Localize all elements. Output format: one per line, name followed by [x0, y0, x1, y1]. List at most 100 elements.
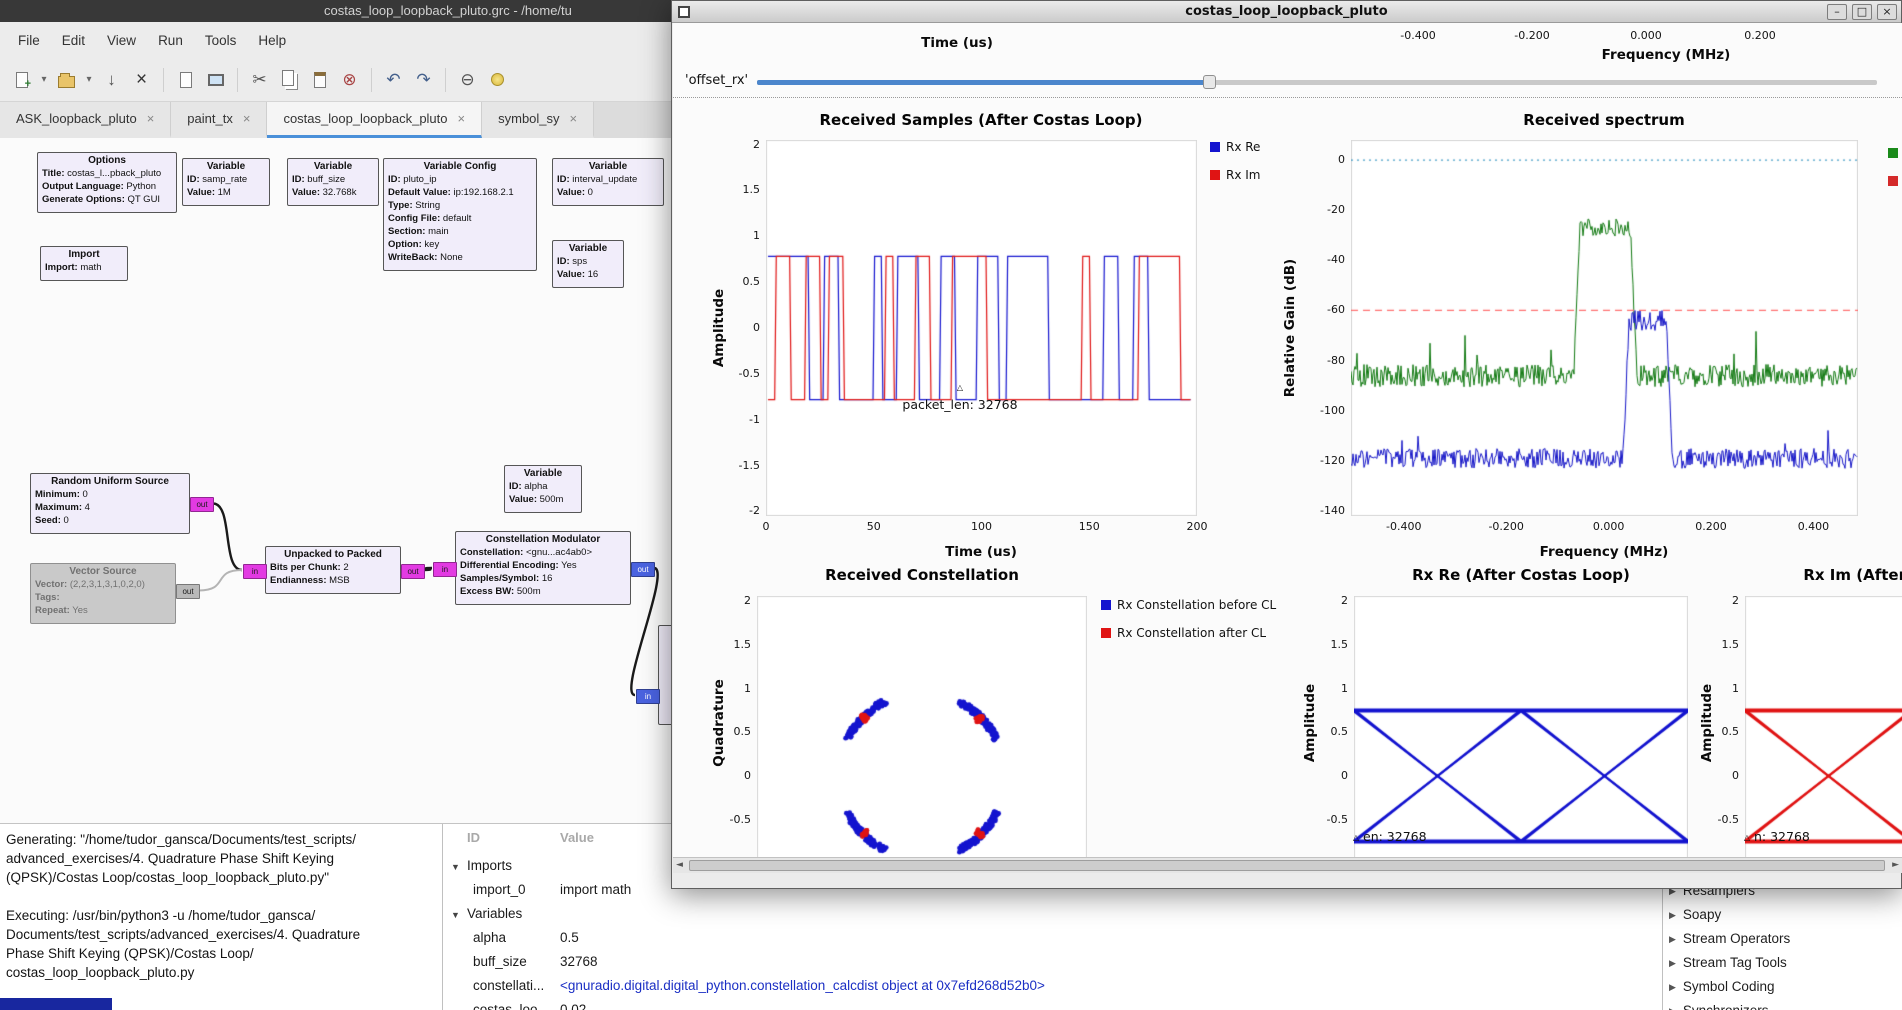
minimize-button[interactable]: –	[1827, 4, 1847, 20]
scrollbar-thumb[interactable]	[689, 860, 1885, 871]
menu-tools[interactable]: Tools	[195, 29, 247, 52]
x-tick-label: 50	[867, 520, 881, 533]
scroll-right-icon[interactable]: ►	[1892, 860, 1899, 870]
y-tick-label: -0.5	[1681, 813, 1739, 826]
scroll-left-icon[interactable]: ◄	[676, 860, 683, 870]
tree-expand-icon[interactable]: ▼	[451, 910, 460, 920]
tab-close-icon[interactable]: ×	[458, 111, 466, 126]
top-freq-axis-label: Frequency (MHz)	[1602, 47, 1731, 63]
offset-rx-slider[interactable]	[757, 80, 1877, 85]
delete-icon[interactable]: ⊗	[336, 66, 363, 93]
y-tick-label: -1.5	[702, 459, 760, 472]
save-icon[interactable]: ↓	[98, 66, 125, 93]
port-out[interactable]: out	[190, 497, 214, 512]
new-file-dropdown-icon[interactable]: ▾	[38, 66, 50, 93]
slider-handle[interactable]	[1203, 75, 1216, 89]
connection-vector_source-to-unpacked_to_packed[interactable]	[199, 570, 242, 590]
generate-icon[interactable]	[484, 66, 511, 93]
paste-icon[interactable]	[306, 66, 333, 93]
y-tick-label: 1.5	[1681, 638, 1739, 651]
rx-im-canvas[interactable]	[1745, 596, 1902, 857]
variable-row[interactable]: constellati...<gnuradio.digital.digital_…	[443, 976, 1662, 1000]
library-item[interactable]: ▶Stream Operators	[1669, 930, 1902, 954]
library-item[interactable]: ▶Synchronizers	[1669, 1002, 1902, 1010]
errors-icon[interactable]: ⊖	[454, 66, 481, 93]
block-param: Value: 500m	[505, 493, 581, 506]
connection-random_uniform_source-to-unpacked_to_packed[interactable]	[213, 504, 242, 571]
close-button[interactable]: ×	[1877, 4, 1897, 20]
block-param: Excess BW: 500m	[456, 585, 630, 598]
block-var_buff_size[interactable]: VariableID: buff_sizeValue: 32.768k	[287, 158, 379, 206]
rx-im-annotation: n: 32768	[1754, 829, 1810, 844]
console[interactable]: Generating: "/home/tudor_gansca/Document…	[0, 824, 443, 1010]
library-item[interactable]: ▶Stream Tag Tools	[1669, 954, 1902, 978]
port-in[interactable]: in	[243, 564, 267, 579]
screen-capture-icon[interactable]	[202, 66, 229, 93]
library-item[interactable]: ▶Symbol Coding	[1669, 978, 1902, 1002]
tree-expand-icon[interactable]: ▼	[451, 862, 460, 872]
horizontal-scrollbar[interactable]: ◄ ►	[673, 857, 1902, 873]
variable-row[interactable]: ▼ Variables	[443, 904, 1662, 928]
tab-close-icon[interactable]: ×	[570, 111, 578, 126]
block-var_interval_update[interactable]: VariableID: interval_updateValue: 0	[552, 158, 664, 206]
received-samples-canvas[interactable]	[766, 140, 1197, 516]
variable-row[interactable]: alpha0.5	[443, 928, 1662, 952]
copy-icon[interactable]	[276, 66, 303, 93]
library-item-label: Synchronizers	[1683, 1003, 1769, 1010]
received-spectrum-canvas[interactable]	[1351, 140, 1858, 516]
block-variable_config[interactable]: Variable ConfigID: pluto_ipDefault Value…	[383, 158, 537, 271]
tab-close-icon[interactable]: ×	[243, 111, 251, 126]
menu-run[interactable]: Run	[148, 29, 193, 52]
tab-costas_loop_loopback_pluto[interactable]: costas_loop_loopback_pluto×	[267, 102, 482, 138]
new-file-icon[interactable]: +	[8, 66, 35, 93]
block-unpacked_to_packed[interactable]: Unpacked to PackedBits per Chunk: 2Endia…	[265, 546, 401, 594]
connection-constellation_modulator-to-partial_block[interactable]	[631, 568, 657, 695]
y-tick-label: 2	[702, 138, 760, 151]
block-random_uniform_source[interactable]: Random Uniform SourceMinimum: 0Maximum: …	[30, 473, 190, 534]
port-out[interactable]: out	[176, 584, 200, 599]
menu-view[interactable]: View	[97, 29, 146, 52]
menu-file[interactable]: File	[8, 29, 50, 52]
connection-unpacked_to_packed-to-constellation_modulator[interactable]	[424, 568, 432, 570]
block-options[interactable]: OptionsTitle: costas_l...pback_plutoOutp…	[37, 152, 177, 213]
undo-icon[interactable]: ↶	[380, 66, 407, 93]
block-import_math[interactable]: ImportImport: math	[40, 246, 128, 281]
block-vector_source[interactable]: Vector SourceVector: (2,2,3,1,3,1,0,2,0)…	[30, 563, 176, 624]
tab-symbol_sy[interactable]: symbol_sy×	[482, 102, 594, 138]
open-dropdown-icon[interactable]: ▾	[83, 66, 95, 93]
open-icon[interactable]	[53, 66, 80, 93]
x-tick-label: 0.200	[1695, 520, 1727, 533]
block-param: ID: pluto_ip	[384, 173, 536, 186]
qt-titlebar[interactable]: costas_loop_loopback_pluto – □ ×	[672, 1, 1901, 23]
cut-icon[interactable]: ✂	[246, 66, 273, 93]
legend-swatch	[1101, 600, 1111, 610]
tab-close-icon[interactable]: ×	[147, 111, 155, 126]
received-constellation-canvas[interactable]	[757, 596, 1087, 857]
maximize-button[interactable]: □	[1852, 4, 1872, 20]
print-icon[interactable]	[172, 66, 199, 93]
block-title: Variable	[288, 159, 378, 173]
block-var_sps[interactable]: VariableID: spsValue: 16	[552, 240, 624, 288]
port-out[interactable]: out	[631, 562, 655, 577]
menu-edit[interactable]: Edit	[52, 29, 95, 52]
rx-re-canvas[interactable]	[1354, 596, 1688, 857]
variable-id: Variables	[467, 906, 522, 921]
block-var_samp_rate[interactable]: VariableID: samp_rateValue: 1M	[182, 158, 270, 206]
variable-row[interactable]: buff_size32768	[443, 952, 1662, 976]
rx-re-title: Rx Re (After Costas Loop)	[1412, 566, 1630, 584]
variable-row[interactable]: costas_loo...0.02	[443, 1000, 1662, 1010]
close-file-icon[interactable]: ×	[128, 66, 155, 93]
library-item[interactable]: ▶Soapy	[1669, 906, 1902, 930]
port-in[interactable]: in	[433, 562, 457, 577]
port-out[interactable]: out	[401, 564, 425, 579]
block-var_alpha[interactable]: VariableID: alphaValue: 500m	[504, 465, 582, 513]
x-tick-label: -0.400	[1386, 520, 1421, 533]
y-tick-label: 0	[702, 321, 760, 334]
block-param: WriteBack: None	[384, 251, 536, 264]
redo-icon[interactable]: ↷	[410, 66, 437, 93]
tab-ASK_loopback_pluto[interactable]: ASK_loopback_pluto×	[0, 102, 171, 138]
block-constellation_modulator[interactable]: Constellation ModulatorConstellation: <g…	[455, 531, 631, 605]
tab-paint_tx[interactable]: paint_tx×	[171, 102, 267, 138]
menu-help[interactable]: Help	[248, 29, 296, 52]
port-in[interactable]: in	[636, 689, 660, 704]
